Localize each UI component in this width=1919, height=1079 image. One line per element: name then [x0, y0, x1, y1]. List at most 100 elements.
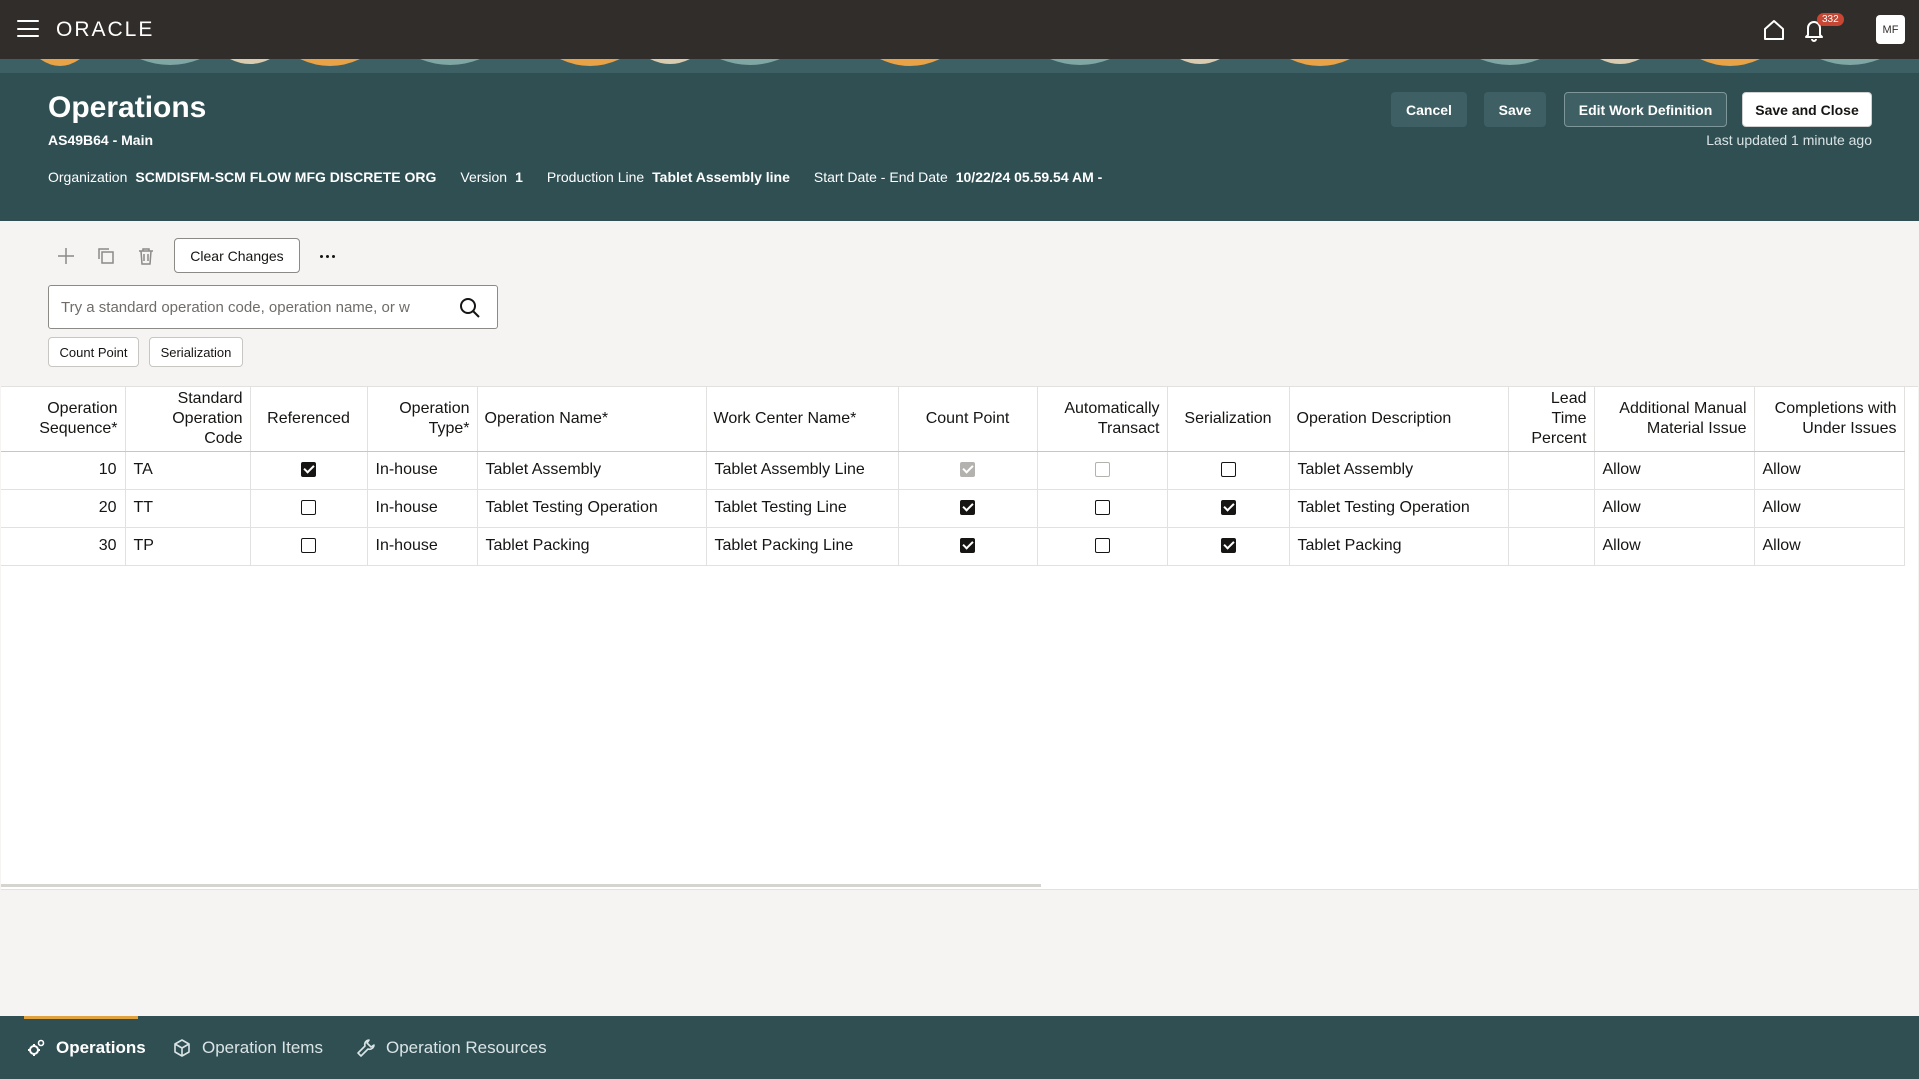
tab-operation-resources[interactable]: Operation Resources	[356, 1016, 547, 1079]
col-standard-operation-code[interactable]: Standard Operation Code	[125, 387, 251, 452]
operation-name-cell[interactable]: Tablet Assembly	[477, 451, 707, 490]
oracle-logo[interactable]: ORACLE	[56, 18, 154, 42]
operation-sequence-cell[interactable]: 20	[1, 489, 126, 528]
col-referenced[interactable]: Referenced	[250, 387, 368, 452]
col-operation-sequence[interactable]: Operation Sequence*	[1, 387, 126, 452]
work-center-name-cell[interactable]: Tablet Assembly Line	[706, 451, 899, 490]
duplicate-icon[interactable]	[94, 244, 118, 268]
bottom-tab-bar: Operations Operation Items Operation Res…	[0, 1016, 1919, 1079]
col-operation-description[interactable]: Operation Description	[1289, 387, 1509, 452]
horizontal-scrollbar[interactable]	[1, 884, 1041, 887]
search-icon[interactable]	[458, 296, 482, 320]
count-point-checkbox[interactable]	[960, 538, 975, 554]
operation-sequence-cell[interactable]: 10	[1, 451, 126, 490]
edit-work-definition-button[interactable]: Edit Work Definition	[1564, 92, 1727, 127]
completions-with-under-issues-cell[interactable]: Allow	[1754, 489, 1905, 528]
search-input[interactable]	[61, 296, 451, 318]
filter-chip-serialization[interactable]: Serialization	[149, 337, 243, 367]
delete-icon[interactable]	[134, 244, 158, 268]
operation-description-cell[interactable]: Tablet Packing	[1289, 527, 1509, 566]
operation-description-cell[interactable]: Tablet Assembly	[1289, 451, 1509, 490]
referenced-cell	[250, 451, 368, 490]
home-icon[interactable]	[1760, 16, 1788, 44]
col-lead-time-percent[interactable]: Lead Time Percent	[1508, 387, 1595, 452]
operation-sequence-cell[interactable]: 30	[1, 527, 126, 566]
wrench-icon	[357, 1038, 375, 1057]
table-row[interactable]: 20 TT In-house Tablet Testing Operation Tabl…	[1, 489, 1905, 528]
operation-search	[48, 285, 498, 329]
lead-time-percent-cell[interactable]	[1508, 451, 1595, 490]
header-details: Organization SCMDISFM-SCM FLOW MFG DISCR…	[48, 169, 1126, 185]
cancel-button[interactable]: Cancel	[1391, 92, 1467, 127]
save-and-close-button[interactable]: Save and Close	[1742, 92, 1872, 127]
serialization-cell	[1167, 527, 1290, 566]
operation-type-cell[interactable]: In-house	[367, 527, 478, 566]
operation-name-cell[interactable]: Tablet Packing	[477, 527, 707, 566]
count-point-cell	[898, 527, 1038, 566]
dates-label: Start Date - End Date	[813, 169, 948, 185]
gears-icon	[28, 1039, 45, 1056]
add-icon[interactable]	[54, 244, 78, 268]
automatically-transact-cell	[1037, 527, 1168, 566]
referenced-cell	[250, 527, 368, 566]
additional-manual-material-issue-cell[interactable]: Allow	[1594, 527, 1755, 566]
count-point-checkbox[interactable]	[960, 500, 975, 516]
version-value: 1	[515, 169, 523, 185]
tab-operations[interactable]: Operations	[26, 1016, 146, 1079]
col-count-point[interactable]: Count Point	[898, 387, 1038, 452]
more-actions-icon[interactable]	[315, 244, 339, 268]
serialization-checkbox[interactable]	[1220, 462, 1236, 478]
referenced-checkbox[interactable]	[301, 500, 316, 516]
lead-time-percent-cell[interactable]	[1508, 489, 1595, 528]
standard-operation-code-cell[interactable]: TA	[125, 451, 251, 490]
col-automatically-transact[interactable]: Automatically Transact	[1037, 387, 1168, 452]
operation-type-cell[interactable]: In-house	[367, 489, 478, 528]
operation-type-cell[interactable]: In-house	[367, 451, 478, 490]
col-completions-with-under-issues[interactable]: Completions with Under Issues	[1754, 387, 1905, 452]
operation-description-cell[interactable]: Tablet Testing Operation	[1289, 489, 1509, 528]
col-operation-name[interactable]: Operation Name*	[477, 387, 707, 452]
table-row[interactable]: 30 TP In-house Tablet Packing Tablet Packing…	[1, 527, 1905, 566]
user-avatar[interactable]: MF	[1876, 15, 1905, 44]
tab-operation-items[interactable]: Operation Items	[172, 1016, 323, 1079]
serialization-cell	[1167, 451, 1290, 490]
dates-value: 10/22/24 05.59.54 AM -	[955, 169, 1103, 185]
serialization-checkbox[interactable]	[1220, 538, 1236, 554]
count-point-checkbox	[960, 462, 975, 478]
referenced-cell	[250, 489, 368, 528]
automatically-transact-checkbox	[1094, 462, 1110, 478]
automatically-transact-checkbox[interactable]	[1094, 500, 1110, 516]
global-header: ORACLE 332 MF	[0, 0, 1919, 59]
col-work-center-name[interactable]: Work Center Name*	[706, 387, 899, 452]
tab-operation-items-label: Operation Items	[202, 1037, 323, 1057]
serialization-checkbox[interactable]	[1220, 500, 1236, 516]
col-serialization[interactable]: Serialization	[1167, 387, 1290, 452]
organization-value: SCMDISFM-SCM FLOW MFG DISCRETE ORG	[135, 169, 437, 185]
completions-with-under-issues-cell[interactable]: Allow	[1754, 451, 1905, 490]
menu-icon[interactable]	[17, 20, 39, 37]
col-operation-type[interactable]: Operation Type*	[367, 387, 478, 452]
lead-time-percent-cell[interactable]	[1508, 527, 1595, 566]
page-subtitle: AS49B64 - Main	[48, 132, 154, 148]
col-additional-manual-material-issue[interactable]: Additional Manual Material Issue	[1594, 387, 1755, 452]
operation-name-cell[interactable]: Tablet Testing Operation	[477, 489, 707, 528]
additional-manual-material-issue-cell[interactable]: Allow	[1594, 451, 1755, 490]
page-title: Operations	[48, 91, 207, 124]
completions-with-under-issues-cell[interactable]: Allow	[1754, 527, 1905, 566]
version-label: Version	[460, 169, 508, 185]
referenced-checkbox[interactable]	[301, 538, 316, 554]
standard-operation-code-cell[interactable]: TP	[125, 527, 251, 566]
table-row[interactable]: 10 TA In-house Tablet Assembly Tablet Assemb…	[1, 451, 1905, 490]
work-center-name-cell[interactable]: Tablet Testing Line	[706, 489, 899, 528]
automatically-transact-cell	[1037, 489, 1168, 528]
additional-manual-material-issue-cell[interactable]: Allow	[1594, 489, 1755, 528]
standard-operation-code-cell[interactable]: TT	[125, 489, 251, 528]
filter-chip-count-point[interactable]: Count Point	[48, 337, 139, 367]
referenced-checkbox[interactable]	[301, 462, 316, 478]
automatically-transact-checkbox[interactable]	[1094, 538, 1110, 554]
count-point-cell	[898, 451, 1038, 490]
save-button[interactable]: Save	[1484, 92, 1546, 127]
work-center-name-cell[interactable]: Tablet Packing Line	[706, 527, 899, 566]
clear-changes-button[interactable]: Clear Changes	[174, 238, 300, 273]
table-header-row: Operation Sequence* Standard Operation C…	[1, 387, 1905, 452]
